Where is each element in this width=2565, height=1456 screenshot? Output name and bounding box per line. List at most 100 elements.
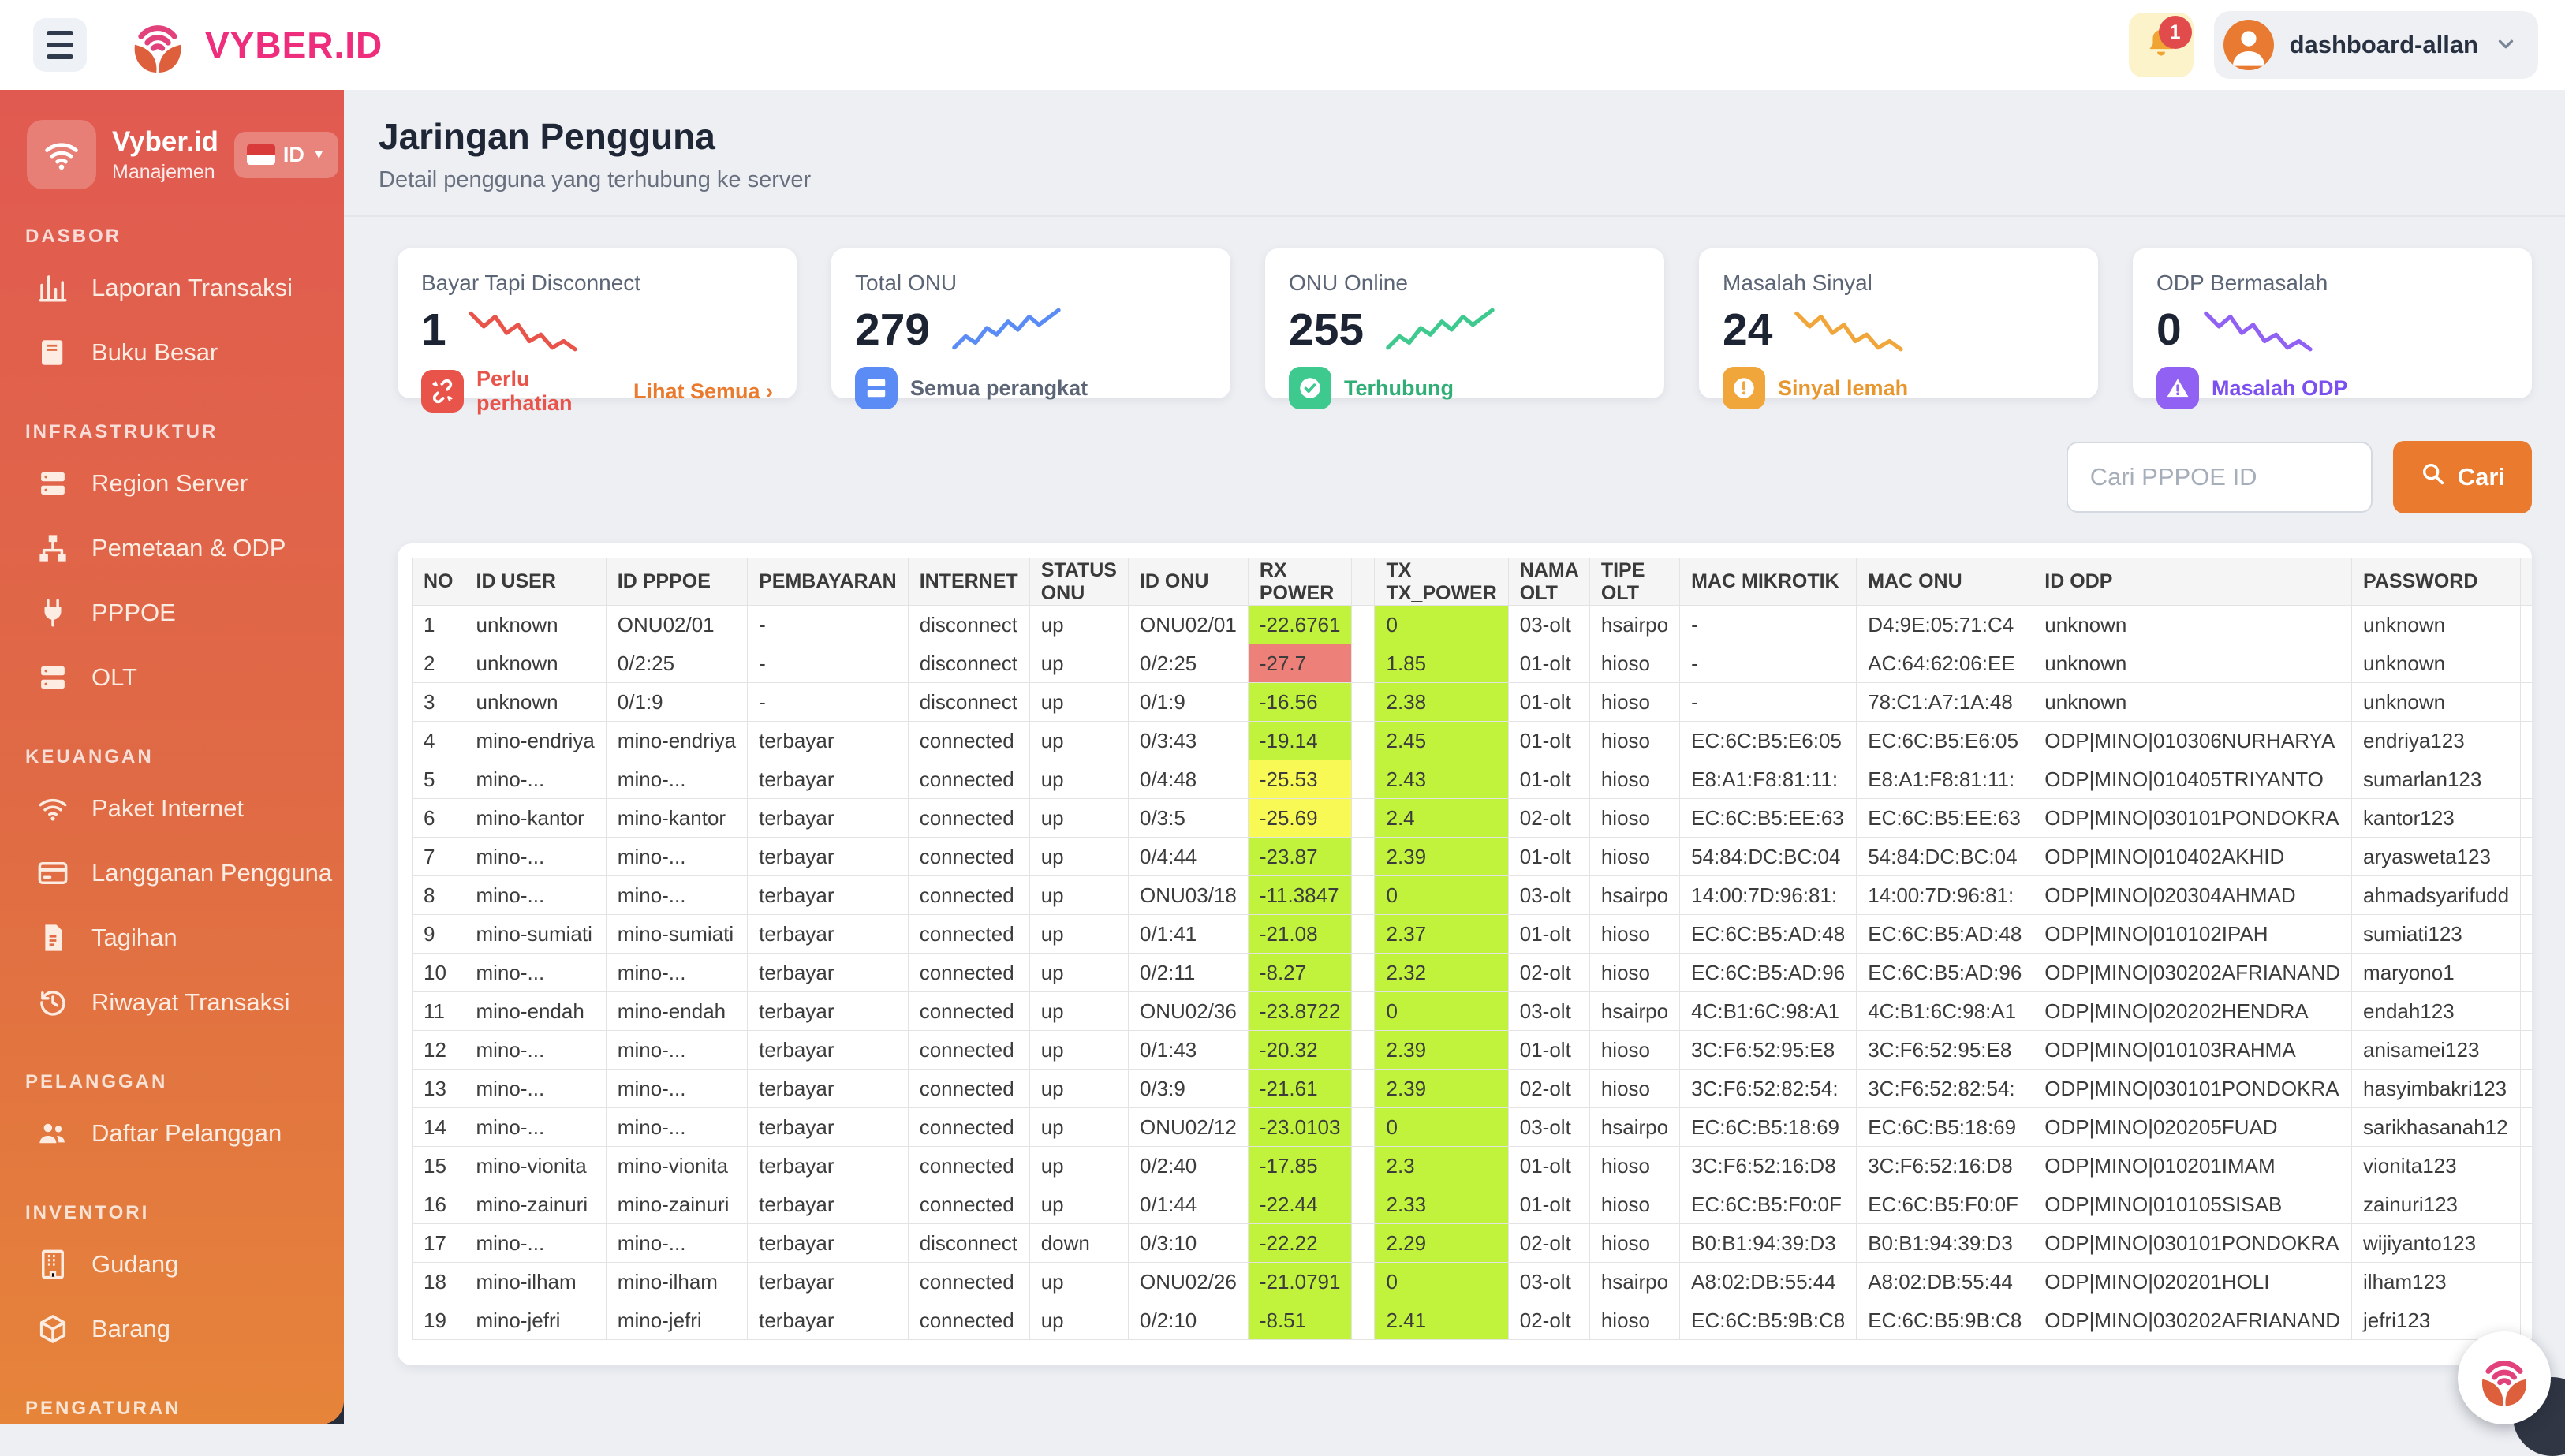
cell-id_odp: ODP|MINO|010405TRIYANTO: [2033, 760, 2352, 799]
sidebar-item-riwayat-transaksi[interactable]: Riwayat Transaksi: [0, 970, 344, 1035]
cell-mac_mikrotik: A8:02:DB:55:44: [1680, 1263, 1857, 1301]
cell-id_pppoe: mino-ilham: [606, 1263, 747, 1301]
cell-id_pppoe: mino-endriya: [606, 722, 747, 760]
stat-card-status: Perlu perhatian: [476, 367, 621, 416]
cell-id_onu: ONU02/01: [1128, 606, 1248, 644]
view-all-link[interactable]: Lihat Semua ›: [633, 379, 773, 404]
cell-internet: connected: [908, 760, 1029, 799]
cell-tx: 2.37: [1375, 915, 1508, 954]
cell-internet: connected: [908, 992, 1029, 1031]
cell-pembayaran: terbayar: [748, 1031, 909, 1070]
cell-no: 5: [413, 760, 465, 799]
column-header-pembayaran: PEMBAYARAN: [748, 558, 909, 606]
floating-vyber-logo[interactable]: [2458, 1331, 2551, 1424]
notifications-button[interactable]: 1: [2129, 13, 2194, 77]
sidebar-item-label: Daftar Pelanggan: [91, 1119, 282, 1148]
column-header-id_onu: ID ONU: [1128, 558, 1248, 606]
sidebar-item-buku-besar[interactable]: Buku Besar: [0, 320, 344, 385]
cell-no: 13: [413, 1070, 465, 1108]
cell-id_pppoe: 0/2:25: [606, 644, 747, 683]
sidebar-item-label: Tagihan: [91, 924, 177, 952]
cell-mac_mikrotik: 4C:B1:6C:98:A1: [1680, 992, 1857, 1031]
sidebar-item-gudang[interactable]: Gudang: [0, 1232, 344, 1297]
cell-id_user: mino-...: [465, 1108, 606, 1147]
cell-nama_olt: 03-olt: [1508, 992, 1589, 1031]
sidebar-item-langganan-pengguna[interactable]: Langganan Pengguna: [0, 841, 344, 905]
server-icon: [855, 367, 898, 409]
cell-rx: -20.32: [1248, 1031, 1352, 1070]
sidebar-brand: Vyber.id Manajemen ID ▼: [27, 120, 327, 189]
cell-pembayaran: terbayar: [748, 992, 909, 1031]
cell-spacer: [1352, 1301, 1375, 1340]
cell-rx: -27.7: [1248, 644, 1352, 683]
cell-password: endah123: [2352, 992, 2521, 1031]
search-button[interactable]: Cari: [2393, 441, 2532, 513]
table-row: 9mino-sumiatimino-sumiatiterbayarconnect…: [413, 915, 2533, 954]
sidebar-item-laporan-transaksi[interactable]: Laporan Transaksi: [0, 256, 344, 320]
cell-internet: connected: [908, 1031, 1029, 1070]
cell-mac_mikrotik: B0:B1:94:39:D3: [1680, 1224, 1857, 1263]
cell-tx: 2.38: [1375, 683, 1508, 722]
sidebar-item-pemetaan-odp[interactable]: Pemetaan & ODP: [0, 516, 344, 581]
cell-rx: -21.0791: [1248, 1263, 1352, 1301]
cell-spacer: [1352, 644, 1375, 683]
cell-terakhir: Mo, 23/0: [2521, 838, 2532, 876]
sidebar: Vyber.id Manajemen ID ▼ DASBORLaporan Tr…: [0, 90, 344, 1424]
cell-id_onu: 0/2:11: [1128, 954, 1248, 992]
notification-badge: 1: [2159, 16, 2192, 49]
language-selector[interactable]: ID ▼: [234, 132, 338, 178]
sidebar-item-barang[interactable]: Barang: [0, 1297, 344, 1361]
cell-pembayaran: terbayar: [748, 1185, 909, 1224]
search-input[interactable]: [2067, 442, 2373, 513]
cell-nama_olt: 02-olt: [1508, 954, 1589, 992]
cell-id_pppoe: mino-endah: [606, 992, 747, 1031]
sidebar-item-pppoe[interactable]: PPPOE: [0, 581, 344, 645]
table-row: 14mino-...mino-...terbayarconnectedupONU…: [413, 1108, 2533, 1147]
cell-tx: 2.41: [1375, 1301, 1508, 1340]
cell-tx: 2.45: [1375, 722, 1508, 760]
cell-rx: -22.22: [1248, 1224, 1352, 1263]
stat-cards-row: Bayar Tapi Disconnect 1 Perlu perhatian …: [398, 248, 2532, 398]
cell-no: 1: [413, 606, 465, 644]
table-row: 16mino-zainurimino-zainuriterbayarconnec…: [413, 1185, 2533, 1224]
cell-no: 8: [413, 876, 465, 915]
table-row: 12mino-...mino-...terbayarconnectedup0/1…: [413, 1031, 2533, 1070]
cell-mac_onu: EC:6C:B5:F0:0F: [1857, 1185, 2033, 1224]
sidebar-item-olt[interactable]: OLT: [0, 645, 344, 710]
cell-spacer: [1352, 1108, 1375, 1147]
cell-spacer: [1352, 992, 1375, 1031]
sidebar-item-region-server[interactable]: Region Server: [0, 451, 344, 516]
sidebar-item-tagihan[interactable]: Tagihan: [0, 905, 344, 970]
cell-rx: -25.53: [1248, 760, 1352, 799]
cell-tx: 2.33: [1375, 1185, 1508, 1224]
cell-internet: connected: [908, 915, 1029, 954]
stat-card-onu-online: ONU Online 255 Terhubung: [1265, 248, 1664, 398]
cell-nama_olt: 01-olt: [1508, 722, 1589, 760]
cell-rx: -23.87: [1248, 838, 1352, 876]
cell-mac_mikrotik: EC:6C:B5:AD:48: [1680, 915, 1857, 954]
cell-id_user: mino-...: [465, 1031, 606, 1070]
column-header-id_user: ID USER: [465, 558, 606, 606]
column-header-id_pppoe: ID PPPOE: [606, 558, 747, 606]
credit-card-icon: [36, 857, 69, 890]
cell-status_onu: up: [1029, 606, 1128, 644]
table-row: 4mino-endriyamino-endriyaterbayarconnect…: [413, 722, 2533, 760]
sidebar-brand-subtitle: Manajemen: [112, 161, 218, 184]
cell-id_pppoe: mino-...: [606, 1224, 747, 1263]
cell-tx: 0: [1375, 876, 1508, 915]
cell-tx: 2.39: [1375, 838, 1508, 876]
cell-no: 7: [413, 838, 465, 876]
user-menu-button[interactable]: dashboard-allan: [2214, 11, 2538, 79]
cell-id_odp: ODP|MINO|010306NURHARYA: [2033, 722, 2352, 760]
sidebar-item-label: OLT: [91, 663, 137, 692]
cell-status_onu: up: [1029, 1301, 1128, 1340]
cell-rx: -19.14: [1248, 722, 1352, 760]
warning-triangle-icon: [2156, 367, 2199, 409]
sidebar-section-label: INVENTORI: [25, 1202, 344, 1224]
sidebar-item-paket-internet[interactable]: Paket Internet: [0, 776, 344, 841]
sidebar-item-daftar-pelanggan[interactable]: Daftar Pelanggan: [0, 1101, 344, 1166]
hamburger-menu-button[interactable]: [33, 18, 87, 72]
cell-mac_onu: 54:84:DC:BC:04: [1857, 838, 2033, 876]
cell-status_onu: up: [1029, 1031, 1128, 1070]
cell-id_user: mino-ilham: [465, 1263, 606, 1301]
